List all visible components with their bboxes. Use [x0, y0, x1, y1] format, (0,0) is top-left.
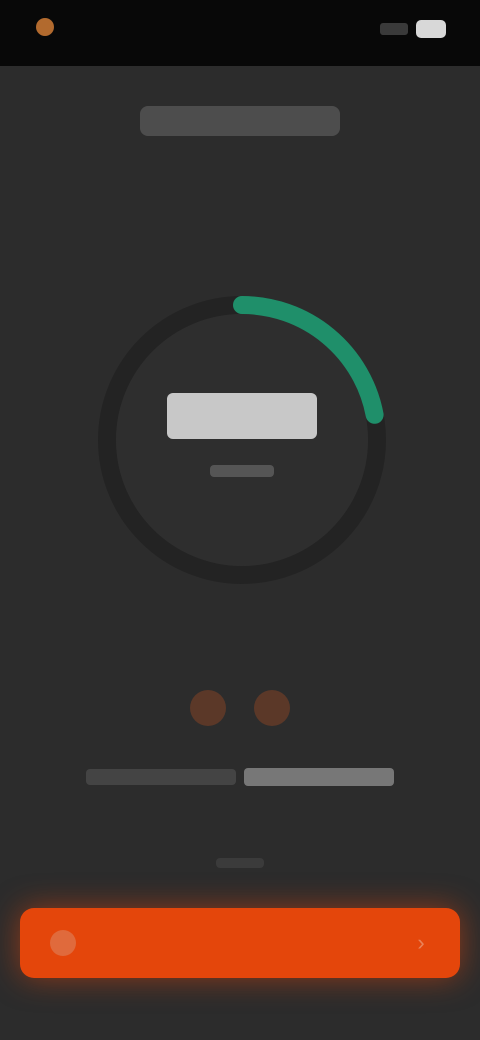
small-caption: [0, 858, 480, 871]
session-dot: [254, 690, 290, 726]
start-button[interactable]: ›: [20, 908, 460, 978]
timer-value: [167, 393, 317, 439]
timer-center: [92, 290, 392, 590]
session-dots: [0, 690, 480, 726]
info-line: [0, 768, 480, 786]
app-icon: [36, 18, 54, 36]
status-right: [380, 20, 446, 38]
timer-ring: [92, 290, 392, 590]
session-dot: [190, 690, 226, 726]
page-title: [140, 106, 340, 136]
timer-caption: [210, 465, 274, 477]
signal-icon: [380, 23, 408, 35]
battery-icon: [416, 20, 446, 38]
info-link[interactable]: [244, 768, 394, 786]
status-bar: [0, 0, 480, 66]
info-prefix: [86, 769, 236, 785]
header: [0, 78, 480, 136]
header-overline: [0, 78, 480, 92]
play-icon: [50, 930, 76, 956]
app-screen: ›: [0, 0, 480, 1040]
status-left: [36, 18, 64, 36]
chevron-right-icon: ›: [417, 930, 425, 955]
small-caption-text: [216, 858, 264, 868]
